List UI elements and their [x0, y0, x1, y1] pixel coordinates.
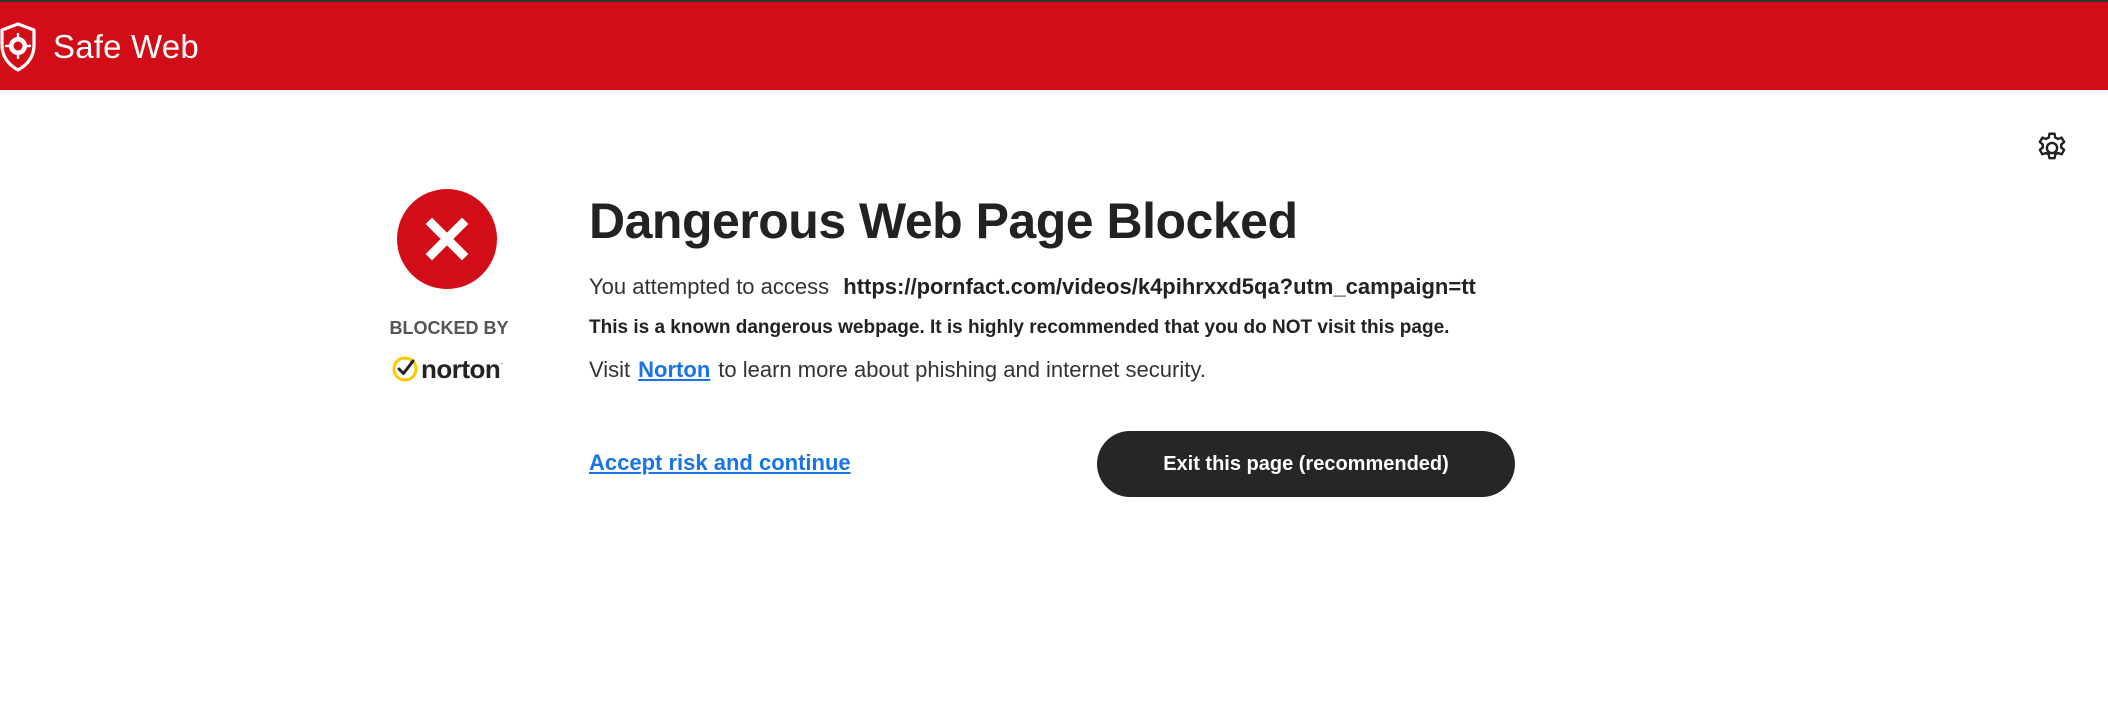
warning-text: This is a known dangerous webpage. It is… — [589, 317, 1450, 338]
blocked-by-label: BLOCKED BY — [389, 318, 509, 338]
shield-icon — [0, 21, 40, 73]
attempt-lead-text: You attempted to access — [589, 274, 830, 299]
attempted-url-line: You attempted to access https://pornfact… — [589, 274, 1476, 300]
learn-more-line: Visit Norton to learn more about phishing … — [589, 357, 1206, 383]
visit-prefix: Visit — [589, 357, 631, 382]
app-header: Safe Web — [0, 2, 2108, 90]
norton-link[interactable]: Norton — [638, 357, 710, 382]
x-circle-icon — [397, 189, 497, 289]
trademark-mark: · — [500, 358, 504, 368]
accept-risk-link[interactable]: Accept risk and continue — [589, 450, 851, 476]
visit-suffix: to learn more about phishing and interne… — [718, 357, 1206, 382]
norton-logo: norton · — [391, 352, 503, 386]
app-title: Safe Web — [53, 28, 199, 65]
gear-icon[interactable] — [2034, 130, 2070, 166]
exit-page-button[interactable]: Exit this page (recommended) — [1097, 431, 1515, 497]
blocked-url: https://pornfact.com/videos/k4pihrxxd5qa… — [843, 274, 1476, 299]
page-title: Dangerous Web Page Blocked — [589, 193, 1298, 249]
norton-brand-name: norton — [421, 353, 501, 384]
check-circle-icon — [391, 355, 419, 383]
